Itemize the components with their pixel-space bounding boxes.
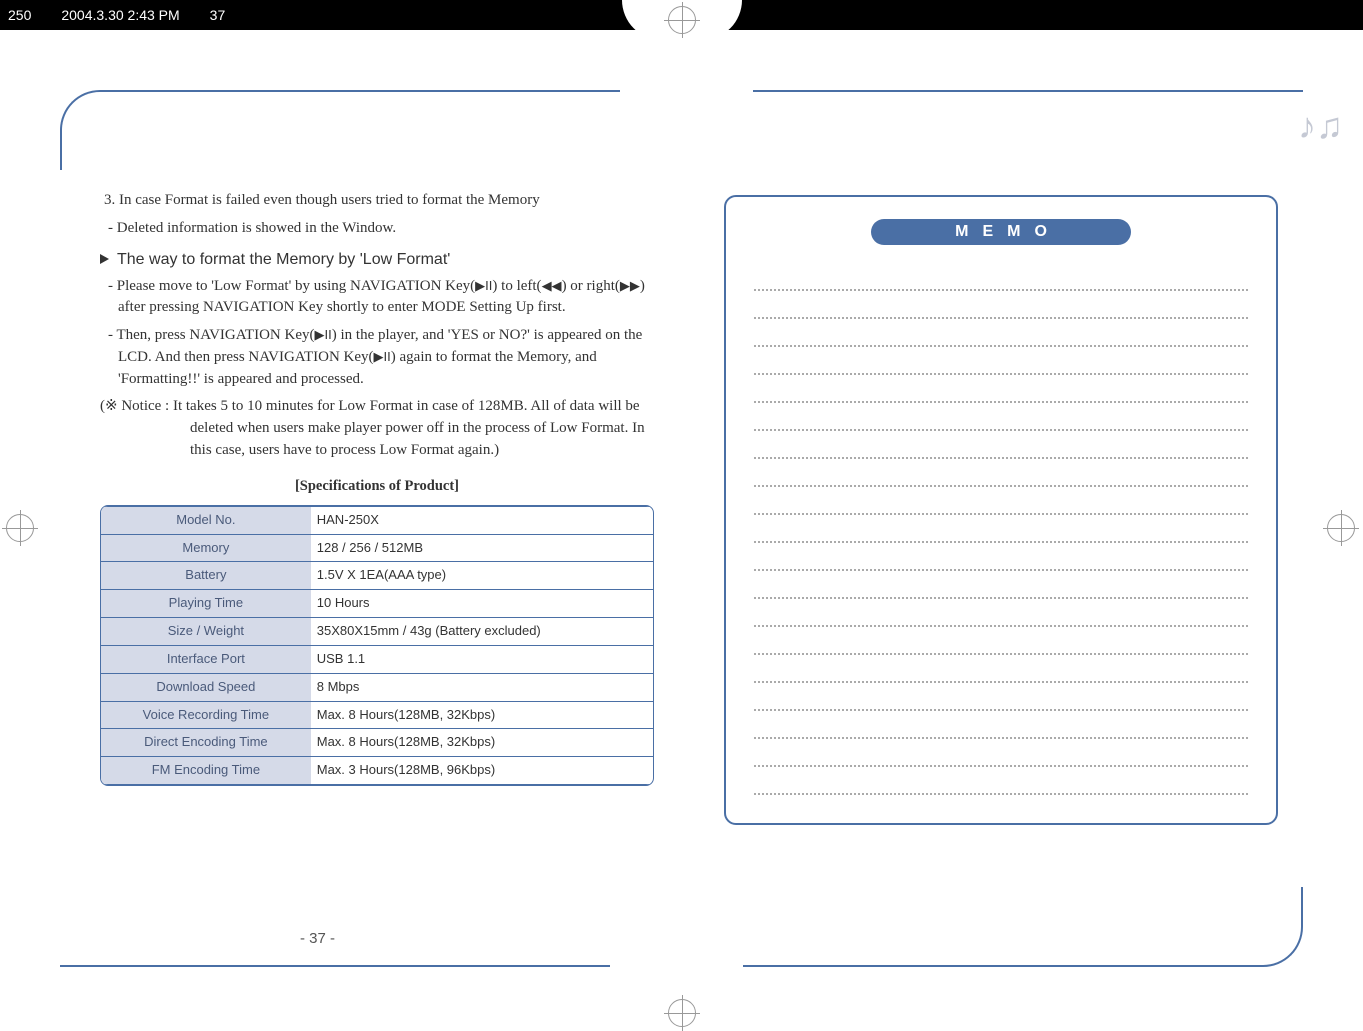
spec-label: Direct Encoding Time bbox=[101, 729, 311, 757]
spec-label: Download Speed bbox=[101, 673, 311, 701]
memo-line bbox=[754, 291, 1248, 319]
table-row: Playing Time10 Hours bbox=[101, 590, 653, 618]
memo-line bbox=[754, 655, 1248, 683]
music-note-icon: ♪♫ bbox=[1298, 105, 1343, 147]
spec-value: 8 Mbps bbox=[311, 673, 653, 701]
memo-line bbox=[754, 543, 1248, 571]
spec-value: 10 Hours bbox=[311, 590, 653, 618]
spec-value: 35X80X15mm / 43g (Battery excluded) bbox=[311, 618, 653, 646]
crop-mark-right bbox=[1327, 514, 1357, 544]
left-column: 3. In case Format is failed even though … bbox=[100, 190, 654, 937]
memo-line bbox=[754, 375, 1248, 403]
spec-table: Model No.HAN-250XMemory128 / 256 / 512MB… bbox=[100, 505, 654, 786]
list-item-3-sub: - Deleted information is showed in the W… bbox=[100, 218, 654, 240]
memo-line bbox=[754, 627, 1248, 655]
play-pause-icon: ▶II bbox=[315, 327, 332, 342]
list-item-3: 3. In case Format is failed even though … bbox=[100, 190, 654, 212]
registration-mark-icon bbox=[6, 514, 34, 542]
spec-label: Playing Time bbox=[101, 590, 311, 618]
spec-label: Memory bbox=[101, 534, 311, 562]
table-row: FM Encoding TimeMax. 3 Hours(128MB, 96Kb… bbox=[101, 757, 653, 785]
paragraph-nav-move: - Please move to 'Low Format' by using N… bbox=[100, 276, 654, 320]
print-header-bar: 250 2004.3.30 2:43 PM 37 bbox=[0, 0, 1363, 30]
paragraph-nav-press: - Then, press NAVIGATION Key(▶II) in the… bbox=[100, 325, 654, 390]
registration-mark-icon bbox=[668, 999, 696, 1027]
spec-label: Voice Recording Time bbox=[101, 701, 311, 729]
spec-label: Size / Weight bbox=[101, 618, 311, 646]
arrow-right-icon bbox=[100, 254, 109, 264]
table-row: Direct Encoding TimeMax. 8 Hours(128MB, … bbox=[101, 729, 653, 757]
table-row: Model No.HAN-250X bbox=[101, 506, 653, 534]
memo-line bbox=[754, 683, 1248, 711]
registration-mark-icon bbox=[1327, 514, 1355, 542]
section-heading: The way to format the Memory by 'Low For… bbox=[100, 248, 654, 271]
table-row: Voice Recording TimeMax. 8 Hours(128MB, … bbox=[101, 701, 653, 729]
table-row: Battery1.5V X 1EA(AAA type) bbox=[101, 562, 653, 590]
spec-value: Max. 8 Hours(128MB, 32Kbps) bbox=[311, 701, 653, 729]
memo-line bbox=[754, 767, 1248, 795]
spec-value: 128 / 256 / 512MB bbox=[311, 534, 653, 562]
spec-value: Max. 8 Hours(128MB, 32Kbps) bbox=[311, 729, 653, 757]
spec-value: Max. 3 Hours(128MB, 96Kbps) bbox=[311, 757, 653, 785]
section-title: The way to format the Memory by 'Low For… bbox=[117, 248, 450, 271]
memo-line bbox=[754, 711, 1248, 739]
memo-line bbox=[754, 487, 1248, 515]
spec-label: Interface Port bbox=[101, 645, 311, 673]
crop-mark-left bbox=[6, 514, 36, 544]
memo-line bbox=[754, 431, 1248, 459]
memo-box: MEMO bbox=[724, 195, 1278, 825]
spec-label: Model No. bbox=[101, 506, 311, 534]
memo-line bbox=[754, 403, 1248, 431]
memo-line bbox=[754, 459, 1248, 487]
forward-icon: ▶▶ bbox=[620, 278, 640, 293]
memo-heading: MEMO bbox=[871, 219, 1131, 245]
page-number: - 37 - bbox=[300, 930, 335, 947]
spec-value: 1.5V X 1EA(AAA type) bbox=[311, 562, 653, 590]
print-timestamp: 2004.3.30 2:43 PM bbox=[61, 7, 179, 23]
spec-label: FM Encoding Time bbox=[101, 757, 311, 785]
memo-line bbox=[754, 571, 1248, 599]
spec-value: HAN-250X bbox=[311, 506, 653, 534]
table-row: Download Speed8 Mbps bbox=[101, 673, 653, 701]
file-label: 250 bbox=[8, 7, 31, 23]
crop-mark-bottom bbox=[622, 987, 742, 1027]
notice-paragraph: (※ Notice : It takes 5 to 10 minutes for… bbox=[100, 396, 654, 461]
play-pause-icon: ▶II bbox=[475, 278, 492, 293]
memo-line bbox=[754, 263, 1248, 291]
memo-line bbox=[754, 347, 1248, 375]
spec-value: USB 1.1 bbox=[311, 645, 653, 673]
memo-line bbox=[754, 515, 1248, 543]
memo-line bbox=[754, 319, 1248, 347]
spec-label: Battery bbox=[101, 562, 311, 590]
rewind-icon: ◀◀ bbox=[542, 278, 562, 293]
memo-line bbox=[754, 739, 1248, 767]
table-row: Interface PortUSB 1.1 bbox=[101, 645, 653, 673]
page-marker: 37 bbox=[210, 7, 226, 23]
memo-line bbox=[754, 599, 1248, 627]
spec-title: [Specifications of Product] bbox=[100, 476, 654, 497]
play-pause-icon: ▶II bbox=[374, 349, 391, 364]
table-row: Memory128 / 256 / 512MB bbox=[101, 534, 653, 562]
table-row: Size / Weight35X80X15mm / 43g (Battery e… bbox=[101, 618, 653, 646]
right-column: MEMO bbox=[724, 190, 1278, 937]
